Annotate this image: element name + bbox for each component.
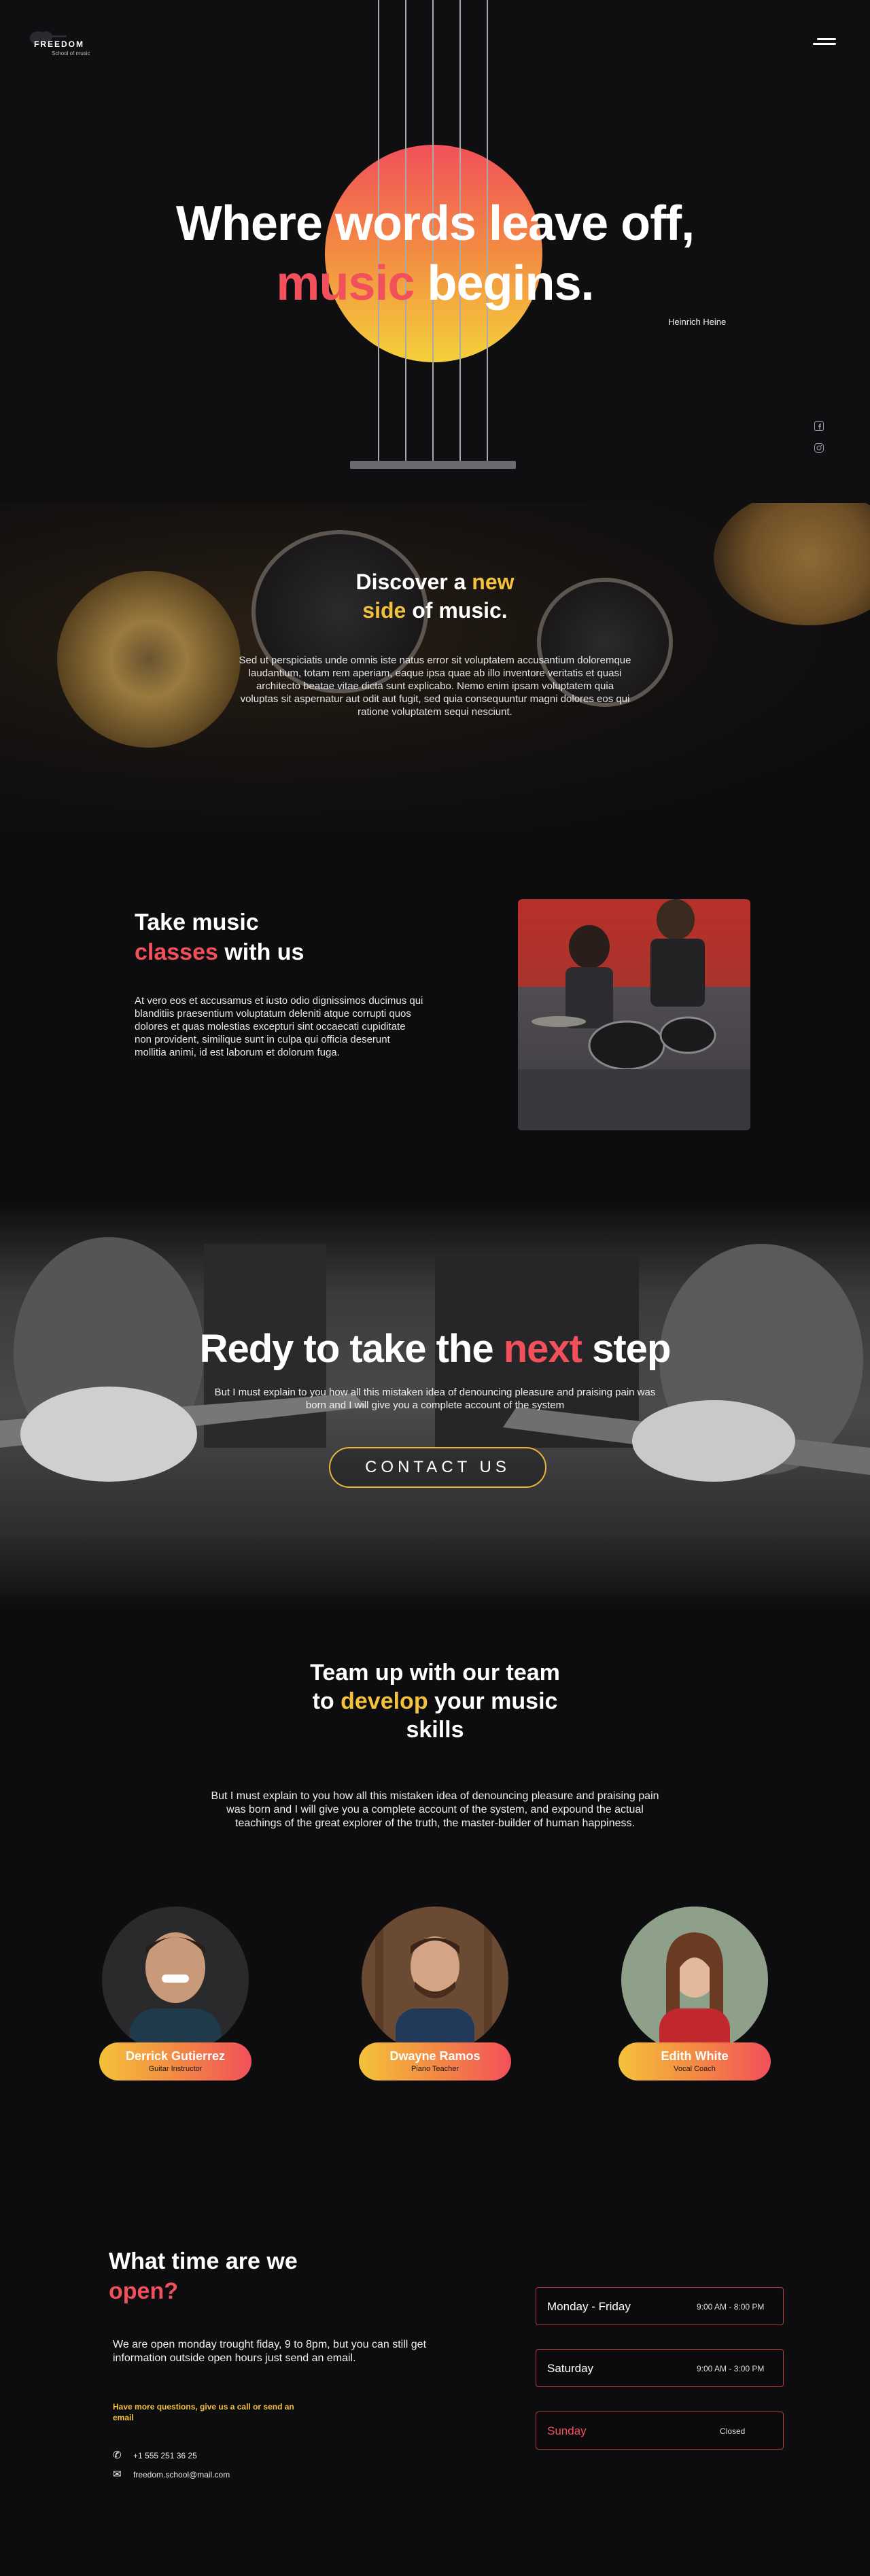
team-title-line1: Team up with our team bbox=[310, 1660, 560, 1686]
team-title-part: to bbox=[312, 1688, 341, 1714]
cta-title: Redy to take the next step bbox=[0, 1325, 870, 1373]
discover-title-part: Discover a bbox=[355, 570, 472, 594]
cta-section: Redy to take the next step But I must ex… bbox=[0, 1203, 870, 1611]
discover-text: Sed ut perspiciatis unde omnis iste natu… bbox=[239, 655, 631, 718]
member-role: Guitar Instructor bbox=[148, 2065, 203, 2073]
schedule-day: Saturday bbox=[547, 2362, 594, 2375]
logo-text: FREEDOM bbox=[34, 39, 84, 49]
member-role: Vocal Coach bbox=[674, 2065, 716, 2073]
team-title-line3: skills bbox=[406, 1717, 464, 1743]
classes-image bbox=[518, 899, 750, 1130]
hours-note: Have more questions, give us a call or s… bbox=[113, 2402, 294, 2422]
member-badge: Derrick Gutierrez Guitar Instructor bbox=[99, 2042, 251, 2081]
logo[interactable]: FREEDOM School of music bbox=[27, 26, 102, 60]
team-member-card[interactable]: Edith White Vocal Coach bbox=[619, 1907, 771, 2083]
schedule-row: Sunday Closed bbox=[536, 2412, 784, 2450]
member-badge: Dwayne Ramos Piano Teacher bbox=[359, 2042, 511, 2081]
avatar bbox=[102, 1907, 249, 2053]
facebook-icon[interactable] bbox=[814, 421, 824, 432]
member-role: Piano Teacher bbox=[411, 2065, 459, 2073]
hero-title-highlight: music bbox=[276, 256, 415, 311]
team-title-highlight: develop bbox=[341, 1688, 428, 1714]
hero-section: FREEDOM School of music Where words leav… bbox=[0, 0, 870, 503]
hours-title-highlight: open? bbox=[109, 2278, 178, 2304]
classes-text: At vero eos et accusamus et iusto odio d… bbox=[135, 995, 423, 1058]
team-title: Team up with our team to develop your mu… bbox=[0, 1658, 870, 1744]
cta-title-part: step bbox=[582, 1327, 671, 1371]
hours-text: We are open monday trought fiday, 9 to 8… bbox=[113, 2339, 427, 2364]
classes-title-line1: Take music bbox=[135, 909, 259, 935]
hero-title: Where words leave off, music begins. bbox=[0, 194, 870, 313]
phone-icon: ✆ bbox=[113, 2449, 122, 2461]
team-title-part: your music bbox=[428, 1688, 558, 1714]
hours-title: What time are we open? bbox=[109, 2246, 298, 2306]
cta-title-highlight: next bbox=[503, 1327, 582, 1371]
hero-title-line2: begins. bbox=[414, 256, 595, 311]
member-badge: Edith White Vocal Coach bbox=[619, 2042, 771, 2081]
mail-icon: ✉ bbox=[113, 2468, 122, 2480]
discover-title: Discover a new side of music. bbox=[0, 568, 870, 625]
quote-author: Heinrich Heine bbox=[668, 317, 727, 327]
cta-title-part: Redy to take the bbox=[199, 1327, 504, 1371]
member-name: Dwayne Ramos bbox=[389, 2049, 481, 2063]
team-text: But I must explain to you how all this m… bbox=[211, 1790, 659, 1829]
member-name: Edith White bbox=[661, 2049, 729, 2063]
phone-number: +1 555 251 36 25 bbox=[133, 2450, 197, 2460]
guitar-bridge bbox=[350, 461, 516, 469]
hours-title-line1: What time are we bbox=[109, 2248, 298, 2274]
schedule-row: Monday - Friday 9:00 AM - 8:00 PM bbox=[536, 2287, 784, 2325]
avatar bbox=[362, 1907, 508, 2053]
email-address: freedom.school@mail.com bbox=[133, 2469, 230, 2479]
schedule-row: Saturday 9:00 AM - 3:00 PM bbox=[536, 2349, 784, 2387]
team-member-card[interactable]: Derrick Gutierrez Guitar Instructor bbox=[99, 1907, 251, 2083]
contact-us-button[interactable]: CONTACT US bbox=[329, 1447, 546, 1488]
classes-title-line2: with us bbox=[218, 939, 304, 965]
schedule-day: Monday - Friday bbox=[547, 2300, 631, 2313]
discover-title-highlight: side bbox=[362, 598, 406, 623]
instagram-icon[interactable] bbox=[814, 443, 824, 454]
schedule-time: 9:00 AM - 3:00 PM bbox=[697, 2364, 765, 2373]
team-member-card[interactable]: Dwayne Ramos Piano Teacher bbox=[359, 1907, 511, 2083]
hero-title-line1: Where words leave off, bbox=[175, 196, 695, 251]
cta-text: But I must explain to you how all this m… bbox=[214, 1387, 656, 1411]
classes-title: Take music classes with us bbox=[135, 907, 304, 967]
schedule-time: 9:00 AM - 8:00 PM bbox=[697, 2302, 765, 2312]
phone-contact[interactable]: ✆ +1 555 251 36 25 bbox=[113, 2449, 197, 2461]
avatar bbox=[621, 1907, 768, 2053]
classes-title-highlight: classes bbox=[135, 939, 218, 965]
hamburger-menu-icon[interactable] bbox=[813, 38, 836, 48]
logo-subtitle: School of music bbox=[52, 50, 90, 56]
discover-title-highlight: new bbox=[472, 570, 515, 594]
schedule-day: Sunday bbox=[547, 2424, 587, 2437]
member-name: Derrick Gutierrez bbox=[125, 2049, 226, 2063]
schedule-time: Closed bbox=[720, 2426, 746, 2436]
discover-title-part: of music. bbox=[406, 598, 508, 623]
discover-section: Discover a new side of music. Sed ut per… bbox=[0, 503, 870, 829]
email-contact[interactable]: ✉ freedom.school@mail.com bbox=[113, 2468, 230, 2480]
